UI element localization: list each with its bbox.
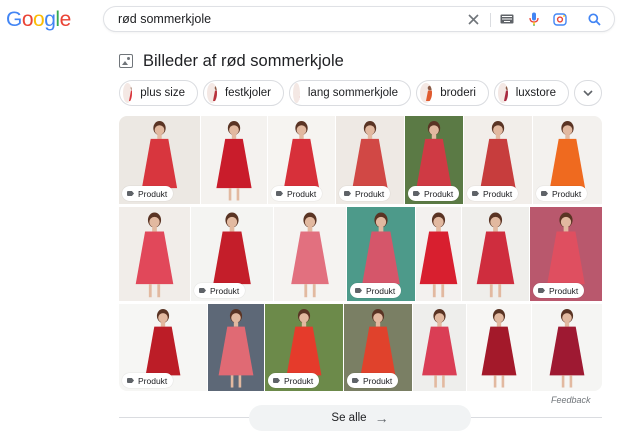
feedback-link[interactable]: Feedback: [551, 395, 591, 405]
image-result[interactable]: Produkt: [336, 116, 404, 204]
image-result[interactable]: [413, 304, 466, 391]
image-result[interactable]: Produkt: [533, 116, 602, 204]
search-box[interactable]: rød sommerkjole: [103, 6, 615, 32]
chip-thumbnail: [123, 83, 133, 103]
product-tag-label: Produkt: [138, 375, 168, 386]
chip-plus-size[interactable]: plus size: [119, 80, 198, 106]
image-result[interactable]: [467, 304, 531, 391]
image-result[interactable]: Produkt: [344, 304, 412, 391]
product-tag: Produkt: [122, 186, 174, 201]
more-chips-button[interactable]: [574, 80, 602, 106]
chip-thumbnail: [207, 83, 217, 103]
chip-festkjoler[interactable]: festkjoler: [203, 80, 284, 106]
image-result[interactable]: Produkt: [464, 116, 532, 204]
logo-letter: o: [21, 8, 34, 31]
google-logo[interactable]: Google: [6, 8, 71, 32]
search-icon[interactable]: [587, 12, 601, 26]
product-tag: Produkt: [536, 186, 588, 201]
product-tag: Produkt: [467, 186, 519, 201]
chip-label: plus size: [140, 87, 185, 99]
chip-thumbnail: [498, 83, 508, 103]
logo-letter: e: [59, 8, 72, 31]
image-result[interactable]: [462, 207, 529, 301]
image-result[interactable]: Produkt: [530, 207, 602, 301]
logo-letter: o: [33, 8, 45, 31]
product-tag: Produkt: [339, 186, 391, 201]
price-tag-icon: [538, 288, 545, 293]
arrow-right-icon: →: [374, 410, 389, 426]
chip-label: lang sommerkjole: [307, 87, 398, 99]
product-tag: Produkt: [350, 283, 402, 298]
image-grid: Produkt Produkt Produkt Produkt Produkt Produ…: [119, 116, 602, 391]
product-tag: Produkt: [533, 283, 585, 298]
logo-letter: g: [44, 8, 56, 31]
image-result[interactable]: Produkt: [119, 116, 200, 204]
image-result[interactable]: Produkt: [191, 207, 273, 301]
product-tag: Produkt: [347, 373, 399, 388]
image-result[interactable]: [119, 207, 190, 301]
chevron-down-icon: [583, 89, 593, 96]
price-tag-icon: [273, 378, 280, 383]
logo-letter: G: [6, 8, 22, 31]
image-result[interactable]: [208, 304, 264, 391]
camera-lens-icon[interactable]: [553, 12, 567, 26]
product-tag-label: Produkt: [366, 285, 396, 296]
image-result[interactable]: Produkt: [119, 304, 207, 391]
price-tag-icon: [276, 191, 283, 196]
product-tag-label: Produkt: [210, 285, 240, 296]
image-result[interactable]: Produkt: [405, 116, 463, 204]
product-tag: Produkt: [194, 283, 246, 298]
chip-thumbnail: [420, 83, 433, 103]
product-tag-label: Produkt: [284, 375, 314, 386]
product-tag: Produkt: [408, 186, 460, 201]
product-tag-label: Produkt: [549, 285, 579, 296]
product-tag-label: Produkt: [363, 375, 393, 386]
price-tag-icon: [413, 191, 420, 196]
search-input[interactable]: rød sommerkjole: [118, 12, 211, 26]
header: Google rød sommerkjole: [0, 0, 643, 42]
see-all-label: Se alle: [331, 412, 367, 424]
price-tag-icon: [127, 191, 134, 196]
product-tag-label: Produkt: [287, 188, 317, 199]
search-divider: [490, 13, 491, 27]
chip-label: broderi: [440, 87, 476, 99]
image-result[interactable]: [274, 207, 346, 301]
price-tag-icon: [344, 191, 351, 196]
product-tag-label: Produkt: [138, 188, 168, 199]
image-result[interactable]: Produkt: [268, 116, 335, 204]
price-tag-icon: [127, 378, 134, 383]
image-result[interactable]: Produkt: [265, 304, 343, 391]
price-tag-icon: [355, 288, 362, 293]
chip-label: luxstore: [515, 87, 556, 99]
price-tag-icon: [199, 288, 206, 293]
see-all-button[interactable]: Se alle →: [249, 405, 471, 431]
search-results-page: Google rød sommerkjole Billeder af rød s…: [0, 0, 643, 448]
section-title[interactable]: Billeder af rød sommerkjole: [143, 52, 344, 71]
clear-icon[interactable]: [466, 12, 480, 26]
product-tag-label: Produkt: [483, 188, 513, 199]
image-result[interactable]: [201, 116, 267, 204]
product-tag: Produkt: [122, 373, 174, 388]
image-icon: [119, 54, 133, 68]
product-tag-label: Produkt: [355, 188, 385, 199]
image-result[interactable]: Produkt: [347, 207, 415, 301]
product-tag: Produkt: [268, 373, 320, 388]
chip-label: festkjoler: [224, 87, 271, 99]
price-tag-icon: [541, 191, 548, 196]
keyboard-icon[interactable]: [500, 12, 514, 26]
images-section-header: Billeder af rød sommerkjole: [119, 51, 344, 71]
price-tag-icon: [472, 191, 479, 196]
product-tag-label: Produkt: [424, 188, 454, 199]
product-tag-label: Produkt: [552, 188, 582, 199]
product-tag: Produkt: [271, 186, 323, 201]
chip-lang-sommerkjole[interactable]: lang sommerkjole: [289, 80, 411, 106]
chip-broderi[interactable]: broderi: [416, 80, 489, 106]
microphone-icon[interactable]: [527, 12, 541, 26]
image-result[interactable]: [416, 207, 461, 301]
chip-luxstore[interactable]: luxstore: [494, 80, 569, 106]
image-result[interactable]: [532, 304, 602, 391]
chip-thumbnail: [293, 83, 300, 103]
price-tag-icon: [352, 378, 359, 383]
